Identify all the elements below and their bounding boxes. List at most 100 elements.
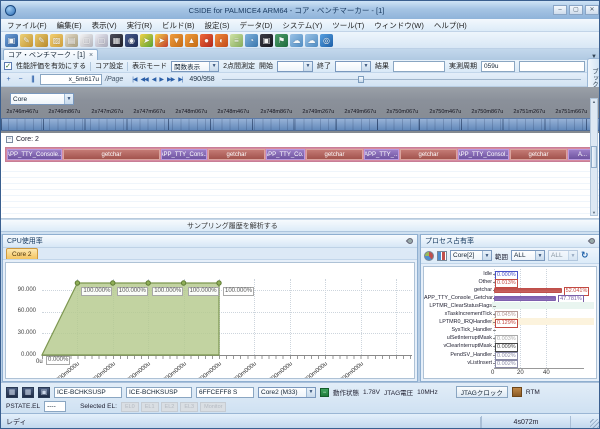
- page-nav-button-1[interactable]: ◀◀: [140, 76, 147, 83]
- pin-icon[interactable]: [588, 237, 596, 245]
- core-config-button[interactable]: コア設定: [95, 61, 123, 71]
- function-block-track: APP_TTY_Console...getcharAPP_TTY_Cons...…: [5, 147, 593, 162]
- clipboard-icon[interactable]: ▤: [65, 34, 78, 47]
- timeline-tick-label: 2s751m667u: [556, 109, 588, 115]
- scroll-up-icon[interactable]: ▲: [592, 99, 596, 104]
- page-nav-button-3[interactable]: ▶: [159, 76, 163, 83]
- status-core-select[interactable]: Core2 (M33)▼: [258, 387, 316, 398]
- timeline-slider[interactable]: [222, 79, 581, 80]
- menu-item-e[interactable]: 編集(E): [57, 20, 82, 31]
- save-edit-icon[interactable]: ✎: [35, 34, 48, 47]
- cpu-state-icon[interactable]: ▦: [6, 387, 18, 398]
- menu-item-s[interactable]: 設定(S): [205, 20, 230, 31]
- menu-item-d[interactable]: データ(D): [240, 20, 273, 31]
- vertical-scrollbar[interactable]: ▲▼: [590, 98, 598, 216]
- open-edit-icon[interactable]: ✎: [20, 34, 33, 47]
- tab-close-icon[interactable]: ×: [89, 52, 93, 59]
- function-block-getchar[interactable]: getchar: [400, 149, 457, 160]
- close-button[interactable]: ✕: [585, 5, 599, 15]
- flag-icon[interactable]: ⚑: [275, 34, 288, 47]
- break-all-icon[interactable]: ◐: [215, 34, 228, 47]
- tab-core-benchmark[interactable]: コア・ベンチマーク - [1] ×: [3, 49, 98, 60]
- function-block-getchar[interactable]: getchar: [63, 149, 160, 160]
- zoom-out-button[interactable]: −: [16, 75, 25, 85]
- core-select[interactable]: Core▼: [10, 93, 74, 105]
- function-block-getchar[interactable]: getchar: [208, 149, 265, 160]
- function-block-getchar[interactable]: getchar: [306, 149, 363, 160]
- menu-item-h[interactable]: ヘルプ(H): [434, 20, 467, 31]
- fit-width-button[interactable]: |||: [28, 75, 37, 85]
- scale-field[interactable]: x_5m617u: [40, 74, 102, 85]
- display-mode-select[interactable]: 関数表示▼: [171, 61, 219, 72]
- debug-status-panel: ▦ ▦ ▣ ICE-BCHKSUSP ICE-BCHKSUSP 6FFCEFF8…: [1, 382, 600, 413]
- start-select[interactable]: ▼: [277, 61, 313, 72]
- menu-item-y[interactable]: システム(Y): [282, 20, 322, 31]
- analyze-history-link[interactable]: サンプリング履歴を解析する: [187, 221, 278, 231]
- resize-grip[interactable]: [590, 419, 600, 429]
- cpu-state2-icon[interactable]: ▦: [22, 387, 34, 398]
- range-select[interactable]: ALL▼: [511, 250, 545, 261]
- function-block-APPTTYCons[interactable]: APP_TTY_Cons...: [161, 149, 207, 160]
- menu-item-v[interactable]: 表示(V): [92, 20, 117, 31]
- function-block-APPTTY[interactable]: APP_TTY_...: [364, 149, 399, 160]
- capture-icon[interactable]: ▣: [260, 34, 273, 47]
- pie-chart-icon[interactable]: [424, 251, 434, 261]
- page-nav-button-5[interactable]: ▶|: [178, 76, 182, 83]
- collapse-icon[interactable]: −: [6, 136, 13, 143]
- timeline-tick-label: 2s750m067u: [387, 109, 419, 115]
- address-field: 6FFCEFF8 S: [196, 387, 254, 398]
- watch-icon[interactable]: ◔: [245, 34, 258, 47]
- break-icon[interactable]: ●: [200, 34, 213, 47]
- pin-icon[interactable]: [406, 237, 414, 245]
- core-group-header[interactable]: − Core: 2: [6, 136, 39, 143]
- menu-item-f[interactable]: ファイル(F): [7, 20, 47, 31]
- download-icon[interactable]: ▼: [170, 34, 183, 47]
- display-icon[interactable]: ▣: [5, 34, 18, 47]
- cloud-sync-icon[interactable]: ☁: [305, 34, 318, 47]
- page-icon[interactable]: ▢: [80, 34, 93, 47]
- stop-icon[interactable]: ➤: [155, 34, 168, 47]
- layers-icon[interactable]: ≡: [230, 34, 243, 47]
- upload-icon[interactable]: ▲: [185, 34, 198, 47]
- menu-item-t[interactable]: ツール(T): [332, 20, 364, 31]
- chevron-down-icon: ▼: [361, 62, 370, 71]
- tab-core2[interactable]: Core 2: [6, 248, 38, 259]
- function-block-APPTTYConsole[interactable]: APP_TTY_Console...: [7, 149, 62, 160]
- el-option-el0: EL0: [121, 402, 139, 412]
- perf-eval-checkbox[interactable]: ✓: [4, 62, 12, 70]
- end-select[interactable]: ▼: [335, 61, 371, 72]
- function-block-APPTTYCo[interactable]: APP_TTY_Co...: [266, 149, 305, 160]
- extra-field[interactable]: [519, 61, 585, 72]
- globe-icon[interactable]: ◎: [320, 34, 333, 47]
- menu-item-r[interactable]: 実行(R): [127, 20, 152, 31]
- floppy-icon[interactable]: ▦: [110, 34, 123, 47]
- scroll-down-icon[interactable]: ▼: [592, 210, 596, 215]
- folder-icon[interactable]: ▨: [50, 34, 63, 47]
- minimize-button[interactable]: –: [553, 5, 567, 15]
- page-nav-button-4[interactable]: ▶▶: [167, 76, 174, 83]
- page-copy-icon[interactable]: ▢: [95, 34, 108, 47]
- page-nav-button-2[interactable]: ◀: [152, 76, 156, 83]
- slider-thumb[interactable]: [358, 76, 364, 83]
- menu-item-w[interactable]: ウィンドウ(W): [374, 20, 424, 31]
- scroll-thumb[interactable]: [591, 146, 597, 168]
- jtag-clock-button[interactable]: JTAGクロック: [456, 386, 508, 398]
- function-block-APPTTYConsol[interactable]: APP_TTY_Consol...: [458, 149, 509, 160]
- refresh-icon[interactable]: ↻: [581, 250, 589, 261]
- maximize-button[interactable]: ▢: [569, 5, 583, 15]
- zoom-in-button[interactable]: +: [4, 75, 13, 85]
- timeline-ruler[interactable]: [1, 118, 600, 131]
- bar-category-label: ulSetInterruptMask: [424, 335, 492, 341]
- run-icon[interactable]: ➤: [140, 34, 153, 47]
- bar-chart-icon[interactable]: [437, 251, 447, 261]
- period-field[interactable]: 059u: [481, 61, 515, 72]
- result-field[interactable]: [393, 61, 445, 72]
- binoculars-icon[interactable]: ◉: [125, 34, 138, 47]
- menu-item-b[interactable]: ビルド(B): [162, 20, 195, 31]
- cpu-state3-icon[interactable]: ▣: [38, 387, 50, 398]
- cloud-icon[interactable]: ☁: [290, 34, 303, 47]
- page-nav-button-0[interactable]: |◀: [132, 76, 136, 83]
- function-block-getchar[interactable]: getchar: [510, 149, 567, 160]
- window-title: CSIDE for PALMICE4 ARM64 - コア・ベンチマーカー - …: [20, 5, 553, 16]
- proc-core-select[interactable]: Core[2]▼: [450, 250, 492, 261]
